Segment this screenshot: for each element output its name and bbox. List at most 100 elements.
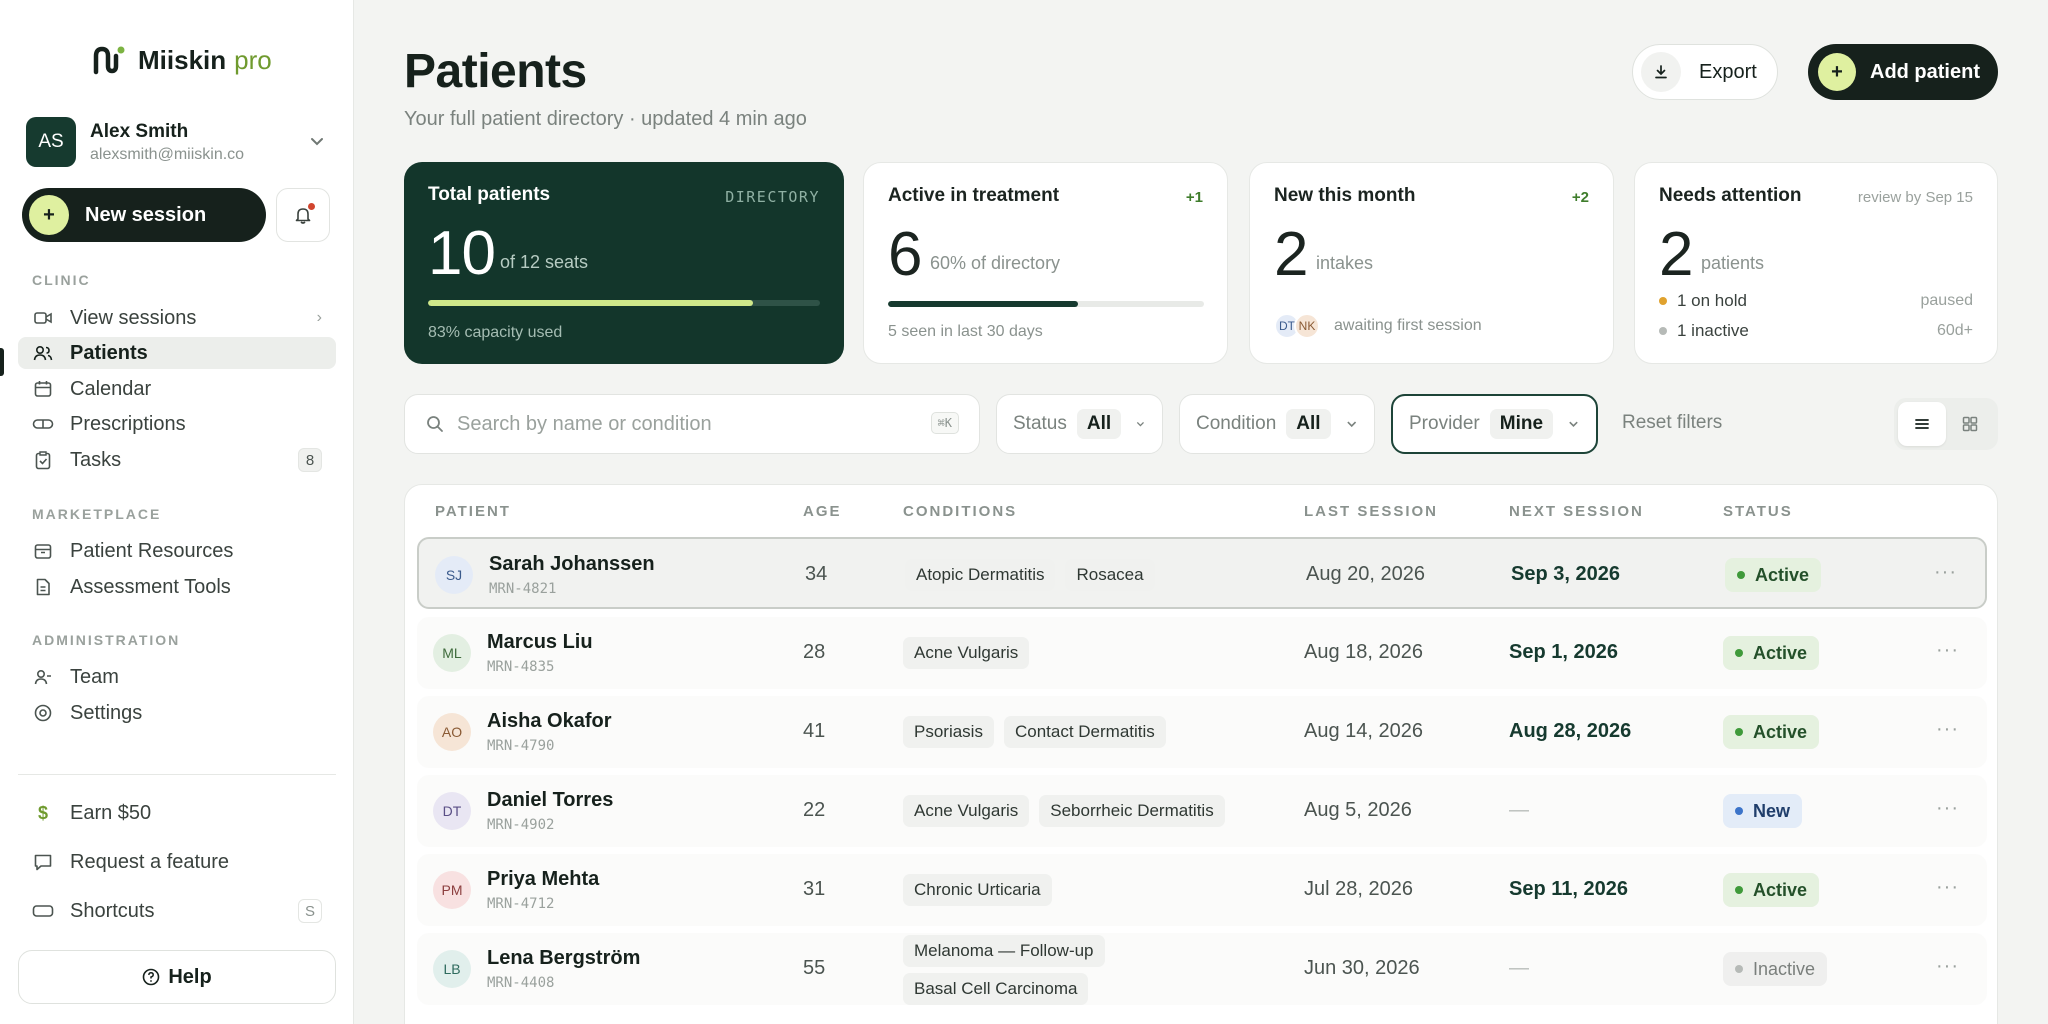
more-options-icon[interactable]: ··· xyxy=(1934,561,1957,584)
more-options-icon[interactable]: ··· xyxy=(1936,797,1959,820)
filter-label: Condition xyxy=(1196,413,1277,434)
brand-logo[interactable]: Miiskin pro xyxy=(92,44,272,76)
card-active-treatment[interactable]: Active in treatment +1 6 60% of director… xyxy=(863,162,1228,364)
nav-section-clinic: CLINIC xyxy=(32,272,91,288)
nav-label: Settings xyxy=(70,701,143,724)
card-tag: DIRECTORY xyxy=(725,188,820,206)
column-header-next-session[interactable]: NEXT SESSION xyxy=(1509,503,1644,520)
condition-filter[interactable]: Condition All xyxy=(1179,394,1375,454)
tasks-count-badge: 8 xyxy=(298,448,322,472)
chevron-right-icon: › xyxy=(316,309,322,326)
filter-value: All xyxy=(1076,409,1122,439)
last-session: Aug 14, 2026 xyxy=(1304,720,1423,742)
conditions-list: Psoriasis Contact Dermatitis xyxy=(903,716,1166,748)
plus-icon: + xyxy=(29,195,69,235)
column-header-status[interactable]: STATUS xyxy=(1723,503,1793,520)
card-needs-attention[interactable]: Needs attention review by Sep 15 2 patie… xyxy=(1634,162,1998,364)
user-menu[interactable]: AS Alex Smith alexsmith@miiskin.co xyxy=(26,116,326,168)
last-session: Jul 28, 2026 xyxy=(1304,878,1413,900)
provider-filter[interactable]: Provider Mine xyxy=(1391,394,1598,454)
patient-age: 31 xyxy=(803,878,826,900)
last-session: Aug 5, 2026 xyxy=(1304,799,1412,821)
column-header-last-session[interactable]: LAST SESSION xyxy=(1304,503,1438,520)
card-tag: +2 xyxy=(1571,189,1589,206)
card-subvalue: 60% of directory xyxy=(930,253,1061,273)
grid-view-button[interactable] xyxy=(1946,402,1994,446)
nav-label: Earn $50 xyxy=(70,801,152,824)
notifications-button[interactable] xyxy=(276,188,330,242)
more-options-icon[interactable]: ··· xyxy=(1936,876,1959,899)
nav-item-view-sessions[interactable]: View sessions › xyxy=(18,302,336,334)
patient-name[interactable]: Aisha Okafor xyxy=(487,710,611,733)
pill-icon xyxy=(32,413,54,435)
page-subtitle: Your full patient directory · updated 4 … xyxy=(404,108,807,130)
next-session: — xyxy=(1509,799,1529,821)
more-options-icon[interactable]: ··· xyxy=(1936,955,1959,978)
card-new-this-month[interactable]: New this month +2 2 intakes DT NK awaiti… xyxy=(1249,162,1614,364)
table-row[interactable]: DT Daniel Torres MRN-4902 22 Acne Vulgar… xyxy=(417,775,1987,847)
filter-label: Provider xyxy=(1409,413,1480,434)
patient-name[interactable]: Daniel Torres xyxy=(487,789,613,812)
condition-chip: Contact Dermatitis xyxy=(1003,716,1166,748)
filter-label: Status xyxy=(1013,413,1067,434)
export-label: Export xyxy=(1699,60,1757,83)
patient-name[interactable]: Lena Bergström xyxy=(487,947,640,970)
nav-item-team[interactable]: Team xyxy=(18,661,336,693)
nav-item-settings[interactable]: Settings xyxy=(18,697,336,729)
new-session-button[interactable]: + New session xyxy=(22,188,266,242)
column-header-conditions[interactable]: CONDITIONS xyxy=(903,503,1017,520)
card-footnote: 83% capacity used xyxy=(428,324,563,341)
attention-meta: 60d+ xyxy=(1936,322,1973,339)
table-row[interactable]: AO Aisha Okafor MRN-4790 41 Psoriasis Co… xyxy=(417,696,1987,768)
column-header-patient[interactable]: PATIENT xyxy=(435,503,511,520)
card-footnote: 5 seen in last 30 days xyxy=(888,323,1043,340)
add-patient-button[interactable]: + Add patient xyxy=(1808,44,1998,100)
brand-name: Miiskin xyxy=(138,44,227,75)
more-options-icon[interactable]: ··· xyxy=(1936,718,1959,741)
avatar: AO xyxy=(433,713,471,751)
nav-item-calendar[interactable]: Calendar xyxy=(18,373,336,405)
nav-item-assessment-tools[interactable]: Assessment Tools xyxy=(18,571,336,603)
search-box: ⌘K xyxy=(404,394,980,454)
patient-name[interactable]: Priya Mehta xyxy=(487,868,599,891)
status-dot xyxy=(1737,571,1745,579)
table-row[interactable]: SJ Sarah Johanssen MRN-4821 34 Atopic De… xyxy=(417,537,1987,609)
add-patient-label: Add patient xyxy=(1870,60,1980,83)
list-icon xyxy=(1915,419,1929,429)
shortcut-key-badge: S xyxy=(298,899,322,923)
nav-label: Patients xyxy=(70,341,148,364)
card-total-patients[interactable]: Total patients DIRECTORY 10 of 12 seats … xyxy=(404,162,844,364)
export-button[interactable]: Export xyxy=(1632,44,1778,100)
last-session: Aug 20, 2026 xyxy=(1306,563,1425,585)
status-badge: Inactive xyxy=(1723,952,1828,986)
patient-age: 22 xyxy=(803,799,826,821)
more-options-icon[interactable]: ··· xyxy=(1936,639,1959,662)
column-header-age[interactable]: AGE xyxy=(803,503,842,520)
search-input[interactable] xyxy=(457,412,897,436)
nav-item-tasks[interactable]: Tasks 8 xyxy=(18,444,336,476)
status-badge: Active xyxy=(1725,558,1822,592)
attention-label: 1 on hold xyxy=(1677,291,1747,310)
chevron-down-icon xyxy=(1346,421,1356,428)
list-view-button[interactable] xyxy=(1898,402,1946,446)
status-filter[interactable]: Status All xyxy=(996,394,1163,454)
table-row[interactable]: PM Priya Mehta MRN-4712 31 Chronic Urtic… xyxy=(417,854,1987,926)
nav-item-earn[interactable]: $ Earn $50 xyxy=(18,797,336,829)
patient-name[interactable]: Marcus Liu xyxy=(487,631,593,654)
nav-item-prescriptions[interactable]: Prescriptions xyxy=(18,408,336,440)
avatar: SJ xyxy=(435,556,473,594)
help-button[interactable]: Help xyxy=(18,950,336,1004)
table-row[interactable]: ML Marcus Liu MRN-4835 28 Acne Vulgaris … xyxy=(417,617,1987,689)
card-value: 2 xyxy=(1659,220,1693,289)
nav-item-patients[interactable]: Patients xyxy=(18,337,336,369)
nav-item-patient-resources[interactable]: Patient Resources xyxy=(18,535,336,567)
nav-item-shortcuts[interactable]: Shortcuts S xyxy=(18,895,336,927)
patient-name[interactable]: Sarah Johanssen xyxy=(489,553,655,576)
status-label: Active xyxy=(1753,642,1808,663)
table-row[interactable]: LB Lena Bergström MRN-4408 55 Melanoma —… xyxy=(417,933,1987,1005)
users-icon xyxy=(32,342,54,364)
conditions-list: Chronic Urticaria xyxy=(903,874,1052,906)
reset-filters-button[interactable]: Reset filters xyxy=(1622,412,1722,434)
nav-item-request-feature[interactable]: Request a feature xyxy=(18,846,336,878)
condition-chip: Acne Vulgaris xyxy=(903,795,1030,827)
